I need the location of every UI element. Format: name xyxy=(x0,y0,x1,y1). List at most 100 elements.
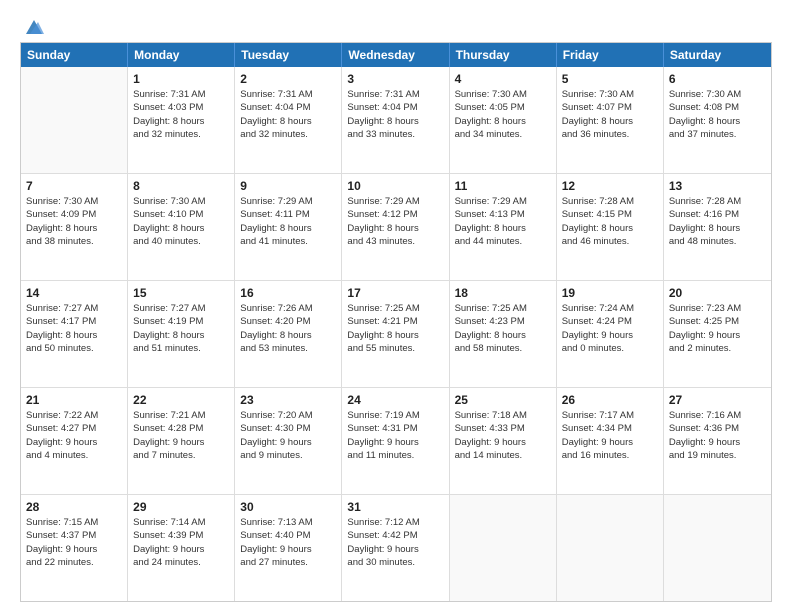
cell-details: Sunrise: 7:30 AM Sunset: 4:07 PM Dayligh… xyxy=(562,88,658,141)
calendar-cell: 24Sunrise: 7:19 AM Sunset: 4:31 PM Dayli… xyxy=(342,388,449,494)
calendar-cell: 12Sunrise: 7:28 AM Sunset: 4:15 PM Dayli… xyxy=(557,174,664,280)
calendar-cell: 11Sunrise: 7:29 AM Sunset: 4:13 PM Dayli… xyxy=(450,174,557,280)
day-number: 5 xyxy=(562,71,658,87)
cell-details: Sunrise: 7:20 AM Sunset: 4:30 PM Dayligh… xyxy=(240,409,336,462)
calendar-cell: 23Sunrise: 7:20 AM Sunset: 4:30 PM Dayli… xyxy=(235,388,342,494)
calendar-cell: 6Sunrise: 7:30 AM Sunset: 4:08 PM Daylig… xyxy=(664,67,771,173)
calendar-cell: 16Sunrise: 7:26 AM Sunset: 4:20 PM Dayli… xyxy=(235,281,342,387)
calendar-cell: 30Sunrise: 7:13 AM Sunset: 4:40 PM Dayli… xyxy=(235,495,342,601)
cell-details: Sunrise: 7:29 AM Sunset: 4:11 PM Dayligh… xyxy=(240,195,336,248)
cell-details: Sunrise: 7:26 AM Sunset: 4:20 PM Dayligh… xyxy=(240,302,336,355)
day-number: 21 xyxy=(26,392,122,408)
day-number: 9 xyxy=(240,178,336,194)
calendar-cell: 4Sunrise: 7:30 AM Sunset: 4:05 PM Daylig… xyxy=(450,67,557,173)
cell-details: Sunrise: 7:23 AM Sunset: 4:25 PM Dayligh… xyxy=(669,302,766,355)
calendar-row-1: 7Sunrise: 7:30 AM Sunset: 4:09 PM Daylig… xyxy=(21,174,771,281)
day-number: 24 xyxy=(347,392,443,408)
day-number: 13 xyxy=(669,178,766,194)
day-number: 23 xyxy=(240,392,336,408)
cell-details: Sunrise: 7:30 AM Sunset: 4:05 PM Dayligh… xyxy=(455,88,551,141)
cell-details: Sunrise: 7:25 AM Sunset: 4:21 PM Dayligh… xyxy=(347,302,443,355)
day-header-monday: Monday xyxy=(128,43,235,67)
calendar-cell: 1Sunrise: 7:31 AM Sunset: 4:03 PM Daylig… xyxy=(128,67,235,173)
calendar-cell: 7Sunrise: 7:30 AM Sunset: 4:09 PM Daylig… xyxy=(21,174,128,280)
cell-details: Sunrise: 7:13 AM Sunset: 4:40 PM Dayligh… xyxy=(240,516,336,569)
calendar-row-2: 14Sunrise: 7:27 AM Sunset: 4:17 PM Dayli… xyxy=(21,281,771,388)
day-number: 27 xyxy=(669,392,766,408)
calendar-cell: 3Sunrise: 7:31 AM Sunset: 4:04 PM Daylig… xyxy=(342,67,449,173)
day-number: 18 xyxy=(455,285,551,301)
day-number: 26 xyxy=(562,392,658,408)
calendar-header: SundayMondayTuesdayWednesdayThursdayFrid… xyxy=(21,43,771,67)
cell-details: Sunrise: 7:16 AM Sunset: 4:36 PM Dayligh… xyxy=(669,409,766,462)
calendar-cell xyxy=(21,67,128,173)
calendar-cell: 29Sunrise: 7:14 AM Sunset: 4:39 PM Dayli… xyxy=(128,495,235,601)
day-number: 3 xyxy=(347,71,443,87)
day-number: 19 xyxy=(562,285,658,301)
logo xyxy=(20,16,44,34)
cell-details: Sunrise: 7:19 AM Sunset: 4:31 PM Dayligh… xyxy=(347,409,443,462)
day-number: 30 xyxy=(240,499,336,515)
calendar-cell: 27Sunrise: 7:16 AM Sunset: 4:36 PM Dayli… xyxy=(664,388,771,494)
calendar-cell: 31Sunrise: 7:12 AM Sunset: 4:42 PM Dayli… xyxy=(342,495,449,601)
calendar: SundayMondayTuesdayWednesdayThursdayFrid… xyxy=(20,42,772,602)
calendar-row-4: 28Sunrise: 7:15 AM Sunset: 4:37 PM Dayli… xyxy=(21,495,771,601)
calendar-cell: 26Sunrise: 7:17 AM Sunset: 4:34 PM Dayli… xyxy=(557,388,664,494)
calendar-body: 1Sunrise: 7:31 AM Sunset: 4:03 PM Daylig… xyxy=(21,67,771,601)
cell-details: Sunrise: 7:28 AM Sunset: 4:15 PM Dayligh… xyxy=(562,195,658,248)
calendar-cell: 17Sunrise: 7:25 AM Sunset: 4:21 PM Dayli… xyxy=(342,281,449,387)
cell-details: Sunrise: 7:27 AM Sunset: 4:19 PM Dayligh… xyxy=(133,302,229,355)
calendar-row-3: 21Sunrise: 7:22 AM Sunset: 4:27 PM Dayli… xyxy=(21,388,771,495)
day-number: 28 xyxy=(26,499,122,515)
calendar-cell: 9Sunrise: 7:29 AM Sunset: 4:11 PM Daylig… xyxy=(235,174,342,280)
cell-details: Sunrise: 7:12 AM Sunset: 4:42 PM Dayligh… xyxy=(347,516,443,569)
calendar-cell: 28Sunrise: 7:15 AM Sunset: 4:37 PM Dayli… xyxy=(21,495,128,601)
calendar-cell: 5Sunrise: 7:30 AM Sunset: 4:07 PM Daylig… xyxy=(557,67,664,173)
logo-icon xyxy=(22,16,44,38)
cell-details: Sunrise: 7:30 AM Sunset: 4:10 PM Dayligh… xyxy=(133,195,229,248)
cell-details: Sunrise: 7:15 AM Sunset: 4:37 PM Dayligh… xyxy=(26,516,122,569)
calendar-row-0: 1Sunrise: 7:31 AM Sunset: 4:03 PM Daylig… xyxy=(21,67,771,174)
cell-details: Sunrise: 7:17 AM Sunset: 4:34 PM Dayligh… xyxy=(562,409,658,462)
day-number: 29 xyxy=(133,499,229,515)
page: SundayMondayTuesdayWednesdayThursdayFrid… xyxy=(0,0,792,612)
calendar-cell: 10Sunrise: 7:29 AM Sunset: 4:12 PM Dayli… xyxy=(342,174,449,280)
day-header-wednesday: Wednesday xyxy=(342,43,449,67)
calendar-cell: 8Sunrise: 7:30 AM Sunset: 4:10 PM Daylig… xyxy=(128,174,235,280)
cell-details: Sunrise: 7:31 AM Sunset: 4:03 PM Dayligh… xyxy=(133,88,229,141)
cell-details: Sunrise: 7:31 AM Sunset: 4:04 PM Dayligh… xyxy=(240,88,336,141)
day-number: 15 xyxy=(133,285,229,301)
calendar-cell: 20Sunrise: 7:23 AM Sunset: 4:25 PM Dayli… xyxy=(664,281,771,387)
cell-details: Sunrise: 7:28 AM Sunset: 4:16 PM Dayligh… xyxy=(669,195,766,248)
calendar-cell: 2Sunrise: 7:31 AM Sunset: 4:04 PM Daylig… xyxy=(235,67,342,173)
cell-details: Sunrise: 7:27 AM Sunset: 4:17 PM Dayligh… xyxy=(26,302,122,355)
calendar-cell xyxy=(450,495,557,601)
day-header-sunday: Sunday xyxy=(21,43,128,67)
calendar-cell: 18Sunrise: 7:25 AM Sunset: 4:23 PM Dayli… xyxy=(450,281,557,387)
cell-details: Sunrise: 7:24 AM Sunset: 4:24 PM Dayligh… xyxy=(562,302,658,355)
day-number: 25 xyxy=(455,392,551,408)
cell-details: Sunrise: 7:18 AM Sunset: 4:33 PM Dayligh… xyxy=(455,409,551,462)
calendar-cell xyxy=(664,495,771,601)
day-number: 6 xyxy=(669,71,766,87)
cell-details: Sunrise: 7:14 AM Sunset: 4:39 PM Dayligh… xyxy=(133,516,229,569)
day-number: 22 xyxy=(133,392,229,408)
calendar-cell: 22Sunrise: 7:21 AM Sunset: 4:28 PM Dayli… xyxy=(128,388,235,494)
day-number: 20 xyxy=(669,285,766,301)
calendar-cell: 13Sunrise: 7:28 AM Sunset: 4:16 PM Dayli… xyxy=(664,174,771,280)
day-number: 2 xyxy=(240,71,336,87)
calendar-cell xyxy=(557,495,664,601)
day-number: 11 xyxy=(455,178,551,194)
calendar-cell: 15Sunrise: 7:27 AM Sunset: 4:19 PM Dayli… xyxy=(128,281,235,387)
calendar-cell: 19Sunrise: 7:24 AM Sunset: 4:24 PM Dayli… xyxy=(557,281,664,387)
cell-details: Sunrise: 7:31 AM Sunset: 4:04 PM Dayligh… xyxy=(347,88,443,141)
day-number: 31 xyxy=(347,499,443,515)
cell-details: Sunrise: 7:29 AM Sunset: 4:12 PM Dayligh… xyxy=(347,195,443,248)
calendar-cell: 25Sunrise: 7:18 AM Sunset: 4:33 PM Dayli… xyxy=(450,388,557,494)
day-header-tuesday: Tuesday xyxy=(235,43,342,67)
day-number: 1 xyxy=(133,71,229,87)
day-number: 8 xyxy=(133,178,229,194)
header xyxy=(20,16,772,34)
cell-details: Sunrise: 7:22 AM Sunset: 4:27 PM Dayligh… xyxy=(26,409,122,462)
cell-details: Sunrise: 7:30 AM Sunset: 4:08 PM Dayligh… xyxy=(669,88,766,141)
